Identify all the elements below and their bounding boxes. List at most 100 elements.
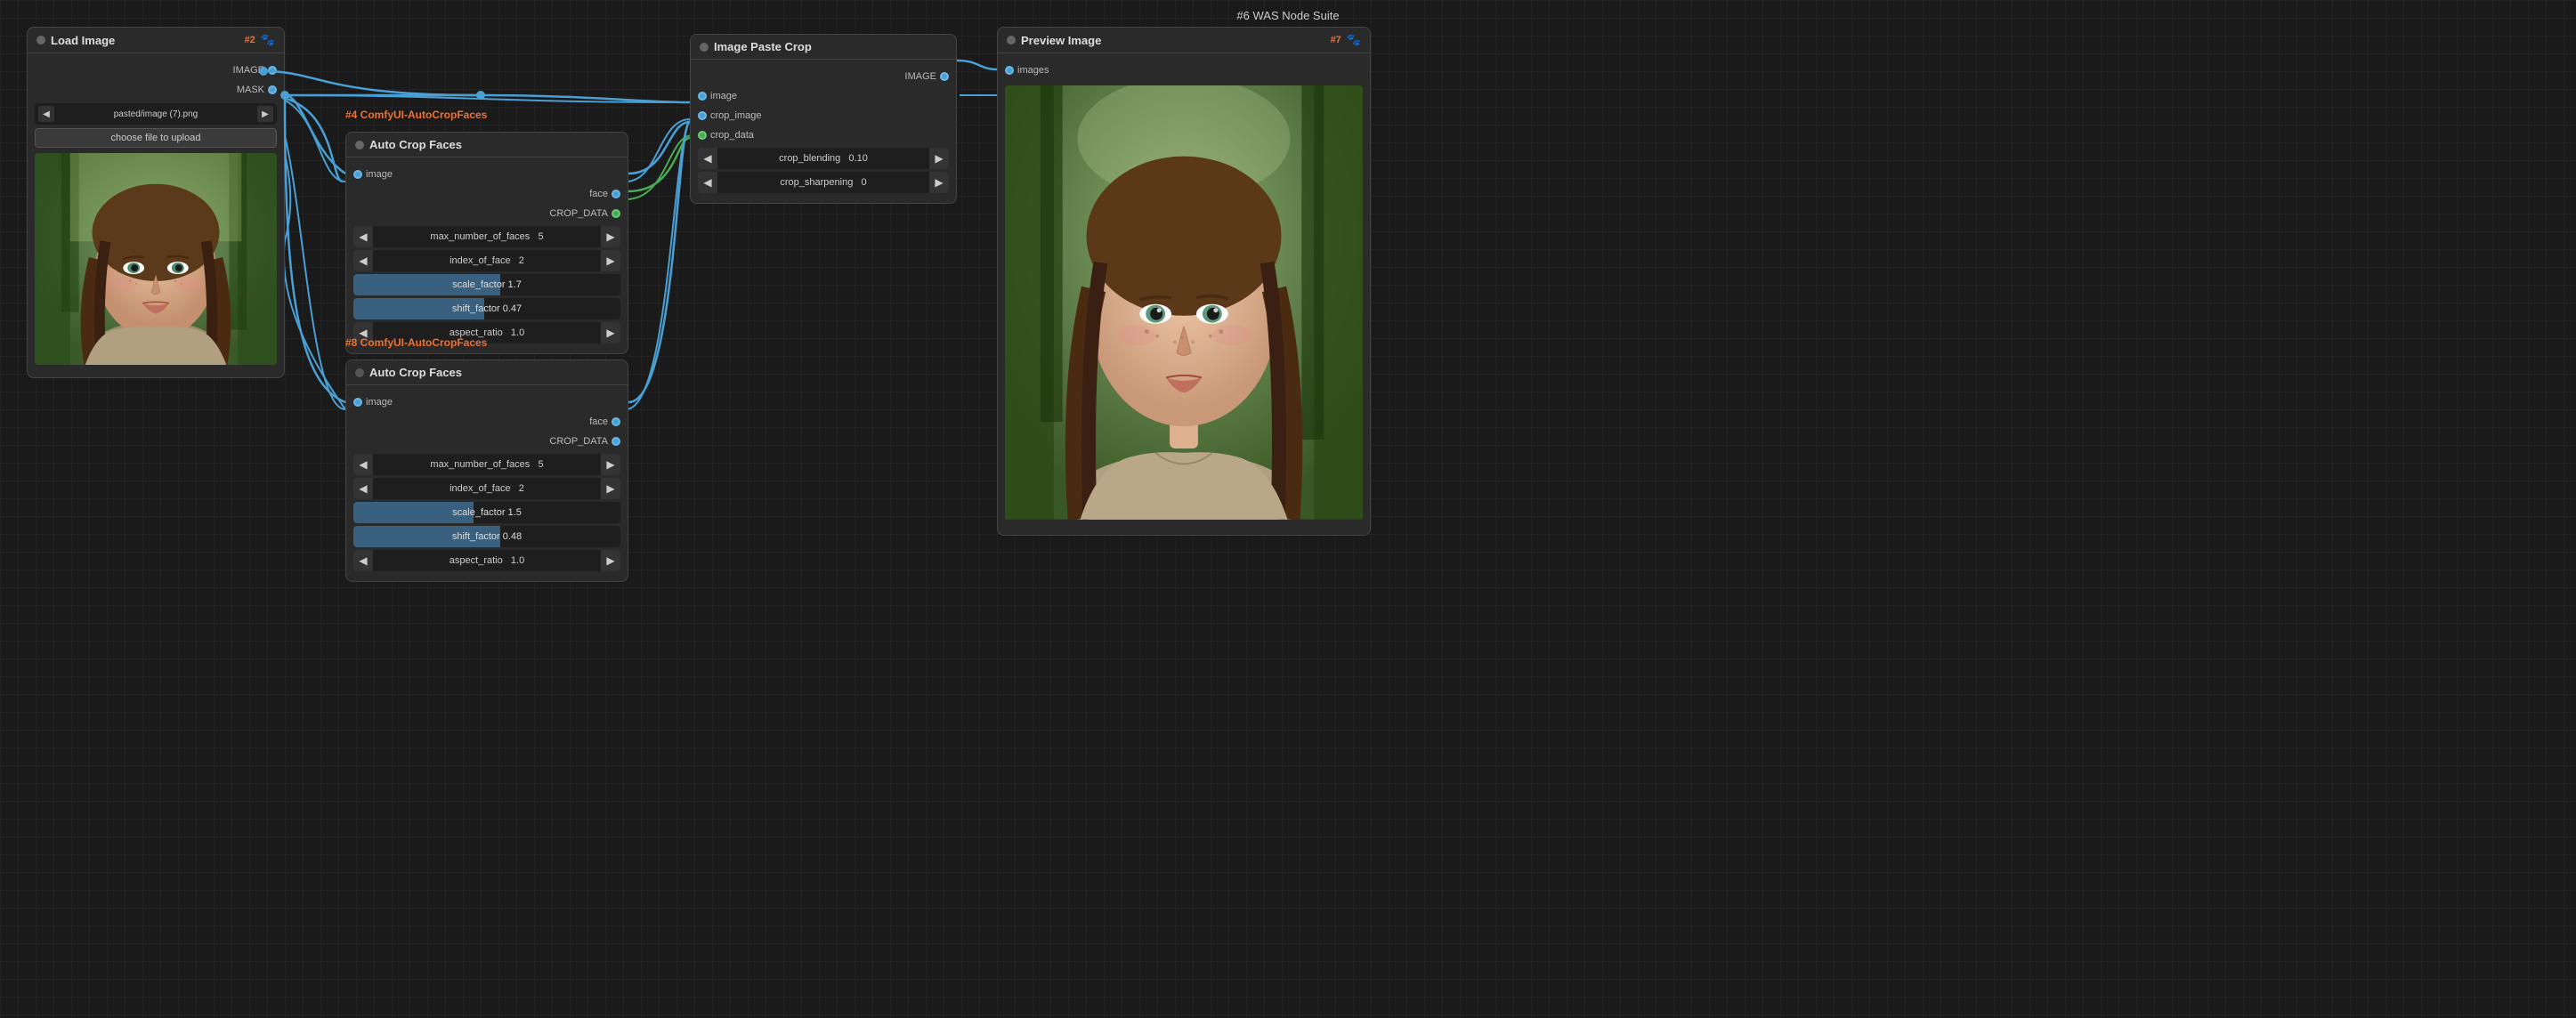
node4-max-faces-stepper[interactable]: ◀ max_number_of_faces 5 ▶ <box>353 226 620 247</box>
preview-dot <box>1007 36 1016 44</box>
node4-scale-text: scale_factor 1.7 <box>353 279 620 290</box>
preview-images-input: images <box>998 61 1370 80</box>
paste-crop-sharpening-prev[interactable]: ◀ <box>698 172 717 193</box>
node8-index-face-stepper[interactable]: ◀ index_of_face 2 ▶ <box>353 478 620 499</box>
node4-index-face-next[interactable]: ▶ <box>601 250 620 271</box>
node-title: Load Image <box>51 34 115 47</box>
node8-aspect-prev[interactable]: ◀ <box>353 550 373 571</box>
upload-button[interactable]: choose file to upload <box>35 128 277 148</box>
node4-image-dot <box>353 170 362 179</box>
paste-crop-cropdata-dot <box>698 131 707 140</box>
node8-face-output: face <box>346 412 628 432</box>
node-id-badge: #2 <box>245 35 255 45</box>
paste-crop-title: Image Paste Crop <box>714 40 812 53</box>
preview-portrait-svg <box>1005 85 1363 520</box>
image-output-port: IMAGE <box>28 61 284 80</box>
node8-max-faces-label: max_number_of_faces 5 <box>373 459 601 470</box>
load-image-header: Load Image #2 🐾 <box>28 28 284 53</box>
node-status-dot <box>36 36 45 44</box>
node8-max-faces-prev[interactable]: ◀ <box>353 454 373 475</box>
preview-header: Preview Image #7 🐾 <box>998 28 1370 53</box>
paste-crop-image-dot <box>940 72 949 81</box>
node4-face-dot <box>612 190 620 198</box>
paste-crop-cropdata-label: crop_data <box>710 130 754 141</box>
mask-output-dot <box>268 85 277 94</box>
node4-max-faces-label: max_number_of_faces 5 <box>373 231 601 242</box>
load-image-node: Load Image #2 🐾 IMAGE MASK ◀ pasted/imag… <box>27 27 285 378</box>
node8-status-dot <box>355 368 364 377</box>
node8-title: Auto Crop Faces <box>369 366 462 379</box>
paste-crop-image-output: IMAGE <box>691 67 956 86</box>
node4-cropdata-label: CROP_DATA <box>549 208 608 219</box>
paste-crop-image-input: image <box>691 86 956 106</box>
node8-index-face-prev[interactable]: ◀ <box>353 478 373 499</box>
mask-output-label: MASK <box>237 85 264 95</box>
node4-image-label: image <box>366 169 393 180</box>
preview-image-container <box>1005 85 1363 522</box>
node4-max-faces-prev[interactable]: ◀ <box>353 226 373 247</box>
node8-image-input: image <box>346 392 628 412</box>
file-selector[interactable]: ◀ pasted/image (7).png ▶ <box>35 103 277 125</box>
preview-fire-icon: 🐾 <box>1347 33 1361 47</box>
node8-max-faces-stepper[interactable]: ◀ max_number_of_faces 5 ▶ <box>353 454 620 475</box>
paste-crop-cropdata-input: crop_data <box>691 125 956 145</box>
was-node-suite-badge: #6 WAS Node Suite <box>1236 9 1339 22</box>
next-file-btn[interactable]: ▶ <box>257 106 273 122</box>
paste-crop-dot <box>700 43 709 52</box>
node4-face-label: face <box>589 189 608 199</box>
paste-crop-blending-stepper[interactable]: ◀ crop_blending 0.10 ▶ <box>698 148 949 169</box>
paste-crop-img-input-dot <box>698 92 707 101</box>
paste-crop-image-label: IMAGE <box>905 71 936 82</box>
image-output-dot <box>268 66 277 75</box>
image-paste-crop-node: Image Paste Crop IMAGE image crop_image … <box>690 34 957 204</box>
node4-index-face-prev[interactable]: ◀ <box>353 250 373 271</box>
node4-title-badge: #4 ComfyUI-AutoCropFaces <box>345 109 487 121</box>
node8-body: image face CROP_DATA ◀ max_number_of_fac… <box>346 385 628 581</box>
node-fire-icon: 🐾 <box>261 33 275 47</box>
load-image-body: IMAGE MASK ◀ pasted/image (7).png ▶ choo… <box>28 53 284 377</box>
node8-face-dot <box>612 417 620 426</box>
node8-face-label: face <box>589 416 608 427</box>
prev-file-btn[interactable]: ◀ <box>38 106 54 122</box>
node8-index-face-next[interactable]: ▶ <box>601 478 620 499</box>
node6-badge: #6 WAS Node Suite <box>1236 9 1339 22</box>
node4-cropdata-output: CROP_DATA <box>346 204 628 223</box>
paste-crop-cropimage-input: crop_image <box>691 106 956 125</box>
file-name: pasted/image (7).png <box>58 109 254 119</box>
paste-crop-header: Image Paste Crop <box>691 35 956 60</box>
paste-crop-blending-label: crop_blending 0.10 <box>717 153 929 164</box>
paste-crop-cropimg-label: crop_image <box>710 110 761 121</box>
image-output-label: IMAGE <box>233 65 264 76</box>
node4-body: image face CROP_DATA ◀ max_number_of_fac… <box>346 158 628 353</box>
node4-index-face-label: index_of_face 2 <box>373 255 601 266</box>
preview-node-badge: #7 <box>1331 35 1341 45</box>
node4-face-output: face <box>346 184 628 204</box>
node8-aspect-label: aspect_ratio 1.0 <box>373 555 601 566</box>
preview-images-dot <box>1005 66 1014 75</box>
paste-crop-blending-prev[interactable]: ◀ <box>698 148 717 169</box>
face-portrait-svg <box>35 153 277 365</box>
node8-max-faces-next[interactable]: ▶ <box>601 454 620 475</box>
node4-scale-factor-slider[interactable]: scale_factor 1.7 <box>353 274 620 295</box>
preview-images-label: images <box>1017 65 1049 76</box>
node8-image-label: image <box>366 397 393 408</box>
node4-index-face-stepper[interactable]: ◀ index_of_face 2 ▶ <box>353 250 620 271</box>
paste-crop-sharpening-stepper[interactable]: ◀ crop_sharpening 0 ▶ <box>698 172 949 193</box>
node8-aspect-next[interactable]: ▶ <box>601 550 620 571</box>
paste-crop-sharpening-next[interactable]: ▶ <box>929 172 949 193</box>
node4-status-dot <box>355 141 364 149</box>
paste-crop-blending-next[interactable]: ▶ <box>929 148 949 169</box>
node4-aspect-next[interactable]: ▶ <box>601 322 620 343</box>
node8-title-badge: #8 ComfyUI-AutoCropFaces <box>345 336 487 349</box>
node4-cropdata-dot <box>612 209 620 218</box>
preview-image-node: Preview Image #7 🐾 images <box>997 27 1371 536</box>
node8-cropdata-label: CROP_DATA <box>549 436 608 447</box>
node4-title: Auto Crop Faces <box>369 138 462 151</box>
node4-max-faces-next[interactable]: ▶ <box>601 226 620 247</box>
node8-scale-factor-slider[interactable]: scale_factor 1.5 <box>353 502 620 523</box>
node4-shift-factor-slider[interactable]: shift_factor 0.47 <box>353 298 620 319</box>
node8-shift-text: shift_factor 0.48 <box>353 531 620 542</box>
node8-aspect-ratio-stepper[interactable]: ◀ aspect_ratio 1.0 ▶ <box>353 550 620 571</box>
mask-output-port: MASK <box>28 80 284 100</box>
node8-shift-factor-slider[interactable]: shift_factor 0.48 <box>353 526 620 547</box>
